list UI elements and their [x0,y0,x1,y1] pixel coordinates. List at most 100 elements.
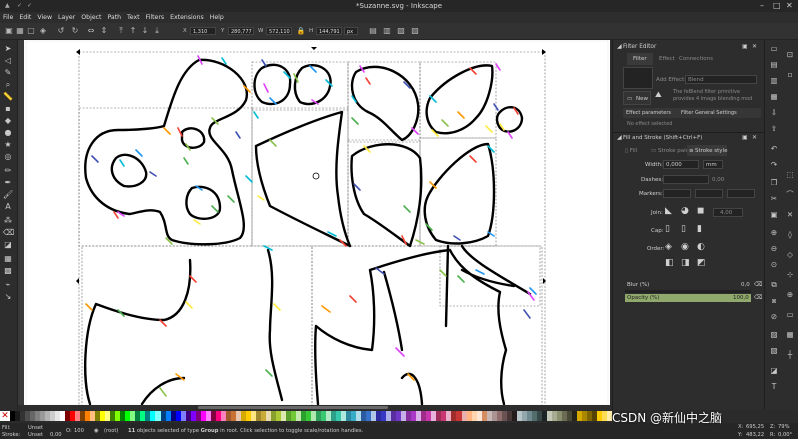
tab-stroke-paint[interactable]: ▭ Stroke paint [651,148,691,154]
scale-corners-icon[interactable]: ▥ [382,26,392,36]
move-gradients-icon[interactable]: ▧ [396,26,406,36]
snap-rotation-icon[interactable]: ⊕ [785,290,795,299]
zoom-selection-icon[interactable]: ⊕ [769,228,779,237]
tab-filter[interactable]: Filter [627,53,653,65]
zoom-value[interactable]: 79% [778,424,790,430]
select-all-icon[interactable]: ▣ [4,26,14,36]
cap-butt-icon[interactable]: ▯ [665,224,670,234]
zoom-icon[interactable]: ⌕ [3,80,13,89]
x-field[interactable]: 1,310 [190,27,216,35]
blur-value[interactable]: 0,0 [741,282,750,288]
raise-icon[interactable]: ↑ [128,26,138,36]
snap-page-icon[interactable]: ▭ [785,310,795,319]
open-icon[interactable]: ▤ [769,60,779,69]
gradient-icon[interactable]: ▦ [3,254,13,263]
pen-icon[interactable]: ✒ [3,178,13,187]
undo-icon[interactable]: ↶ [769,144,779,153]
rotate-ccw-icon[interactable]: ↺ [56,26,66,36]
cap-square-icon[interactable]: ▮ [697,224,702,234]
new-doc-icon[interactable]: ▭ [769,44,779,53]
opacity-reset-icon[interactable]: ⌫ [754,294,762,301]
unlink-clone-icon[interactable]: ⊘ [769,312,779,321]
save-icon[interactable]: ▥ [769,76,779,85]
join-bevel-icon[interactable]: ◣ [665,206,672,216]
zoom-drawing-icon[interactable]: ⊖ [769,244,779,253]
mid-marker-select[interactable] [695,189,723,198]
fill-stroke-close-icon[interactable]: ✕ [752,134,757,141]
join-round-icon[interactable]: ◕ [681,206,689,216]
maximize-button[interactable]: □ [773,1,781,10]
blur-reset-icon[interactable]: ⌫ [754,281,762,288]
snap-grid-icon[interactable]: ▦ [785,330,795,339]
lower-icon[interactable]: ↓ [140,26,150,36]
scale-stroke-icon[interactable]: ▤ [368,26,378,36]
ellipse-icon[interactable]: ● [3,128,13,137]
node-icon[interactable]: ◁ [3,56,13,65]
tab-effect-parameters[interactable]: Effect parameters [626,110,671,116]
dropper-icon[interactable]: ⌁ [3,280,13,289]
unit-select[interactable]: px [344,27,358,35]
flip-vertical-icon[interactable]: ⇕ [99,26,109,36]
tab-filter-general-settings[interactable]: Filter General Settings [681,110,737,116]
width-unit-select[interactable]: mm [703,160,723,169]
spiral-icon[interactable]: ◎ [3,152,13,161]
paste-icon[interactable]: ▣ [769,210,779,219]
fill-stroke-toggle-icon[interactable]: ◢ [617,134,622,141]
close-button[interactable]: ✕ [786,1,793,10]
fill-stroke-menu-icon[interactable]: ▣ [742,134,748,141]
menu-text[interactable]: Text [124,12,143,23]
mesh-icon[interactable]: ▩ [3,266,13,275]
canvas[interactable] [18,40,610,405]
w-field[interactable]: 572,110 [266,27,292,35]
layer-visibility-icon[interactable]: ◉ [94,428,99,434]
redo-icon[interactable]: ↷ [769,160,779,169]
menu-object[interactable]: Object [78,12,104,23]
horizontal-scrollbar[interactable] [18,405,610,410]
panel-close-icon[interactable]: ✕ [752,43,757,50]
snap-nodes-icon[interactable]: ⬚ [785,170,795,179]
ungroup-icon[interactable]: ▧ [769,346,779,355]
snap-midpoints-icon[interactable]: ◇ [785,250,795,259]
fill-stroke-dialog-icon[interactable]: ◪ [769,366,779,375]
blur-slider[interactable] [625,290,751,293]
snap-center-icon[interactable]: ⊹ [785,270,795,279]
menu-edit[interactable]: Edit [16,12,34,23]
bucket-icon[interactable]: ◪ [3,240,13,249]
drawing[interactable] [18,40,610,405]
opacity-short-value[interactable]: 100 [74,428,84,434]
pencil-icon[interactable]: ✏ [3,166,13,175]
layer-select[interactable]: (root) [104,428,118,434]
filter-list[interactable] [623,67,653,89]
horizontal-scroll-thumb[interactable] [198,406,388,409]
rotate-cw-icon[interactable]: ↻ [70,26,80,36]
menu-help[interactable]: Help [207,12,227,23]
width-field[interactable]: 0,000 [663,160,699,169]
calligraphy-icon[interactable]: 🖌 [3,190,13,199]
select-all-layers-icon[interactable]: ▦ [15,26,25,36]
import-icon[interactable]: ⇩ [769,108,779,117]
menu-layer[interactable]: Layer [55,12,78,23]
menu-file[interactable]: File [0,12,16,23]
spray-icon[interactable]: ⁂ [3,216,13,225]
move-patterns-icon[interactable]: ▨ [410,26,420,36]
no-paint-swatch[interactable]: ✕ [0,411,10,421]
touch-select-icon[interactable]: ◈ [38,26,48,36]
opacity-slider[interactable]: Opacity (%) 100,0 [625,294,751,302]
new-filter-button[interactable]: ▭ New [623,91,651,105]
filter-editor-toggle-icon[interactable]: ◢ [617,43,622,50]
flip-horizontal-icon[interactable]: ⇔ [86,26,96,36]
stroke-width-value[interactable]: 0,00 [50,432,62,438]
zoom-page-icon[interactable]: ⊙ [769,260,779,269]
tweak-icon[interactable]: ✎ [3,68,13,77]
minimize-button[interactable]: – [760,1,764,10]
raise-to-top-icon[interactable]: ⤒ [116,26,126,36]
add-effect-select[interactable]: Blend [685,75,757,84]
duplicate-icon[interactable]: ⧉ [769,280,779,289]
group-icon[interactable]: ▨ [769,330,779,339]
text-icon[interactable]: A [3,202,13,211]
star-icon[interactable]: ★ [3,140,13,149]
order-fill-stroke-markers-icon[interactable]: ◈ [665,242,672,252]
menu-view[interactable]: View [34,12,55,23]
snap-paths-icon[interactable]: ⌒ [785,190,795,199]
connector-icon[interactable]: ↘ [3,292,13,301]
